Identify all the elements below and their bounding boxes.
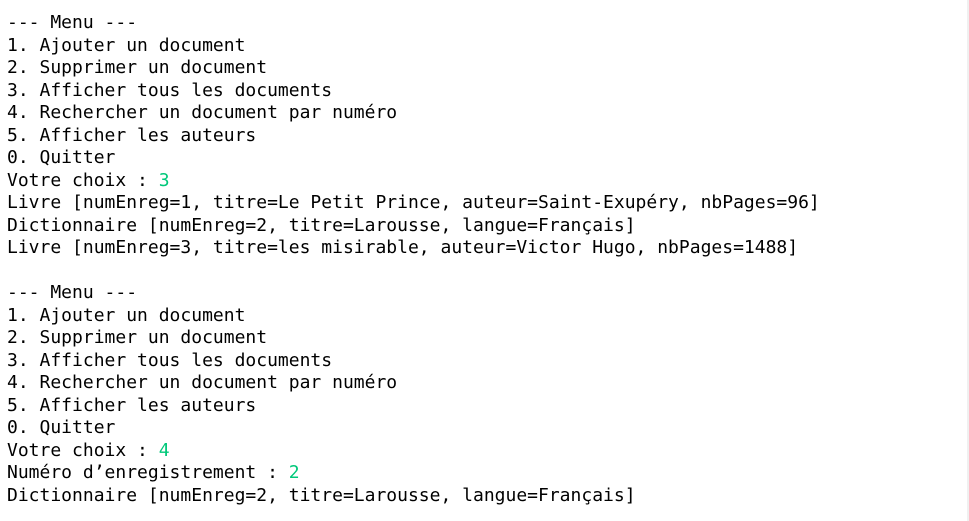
menu-option-quit: 0. Quitter [7,147,116,168]
choice-prompt: Votre choix : [7,439,159,461]
menu-option-quit: 0. Quitter [7,417,116,438]
result-line: Livre [numEnreg=1, titre=Le Petit Prince… [7,192,820,213]
number-input: 2 [288,462,300,483]
choice-prompt-line: Votre choix : 3 [7,170,969,193]
menu-option-show-all: 3. Afficher tous les documents [7,79,333,101]
choice-prompt: Votre choix : [7,169,159,191]
menu-option-authors: 5. Afficher les auteurs [7,124,257,146]
number-prompt-line: Numéro d’enregistrement : 2 [7,462,969,485]
menu-option-delete: 2. Supprimer un document [7,57,268,78]
console-output[interactable]: --- Menu --- 1. Ajouter un document 2. S… [0,0,969,521]
result-line: Dictionnaire [numEnreg=2, titre=Larousse… [7,484,636,506]
menu-option-authors: 5. Afficher les auteurs [7,394,257,416]
menu-option-show-all: 3. Afficher tous les documents [7,349,333,371]
menu-option-search: 4. Rechercher un document par numéro [7,102,398,123]
choice-prompt-line: Votre choix : 4 [7,440,969,463]
menu-option-delete: 2. Supprimer un document [7,327,268,348]
menu-title: --- Menu --- [7,12,138,33]
result-line: Livre [numEnreg=3, titre=les misirable, … [7,237,799,258]
menu-option-add: 1. Ajouter un document [7,304,246,326]
menu-option-add: 1. Ajouter un document [7,34,246,56]
menu-option-search: 4. Rechercher un document par numéro [7,372,398,393]
number-prompt: Numéro d’enregistrement : [7,462,289,483]
menu-title: --- Menu --- [7,282,138,303]
choice-input: 3 [158,169,170,191]
result-line: Dictionnaire [numEnreg=2, titre=Larousse… [7,214,636,236]
choice-input: 4 [158,439,170,461]
